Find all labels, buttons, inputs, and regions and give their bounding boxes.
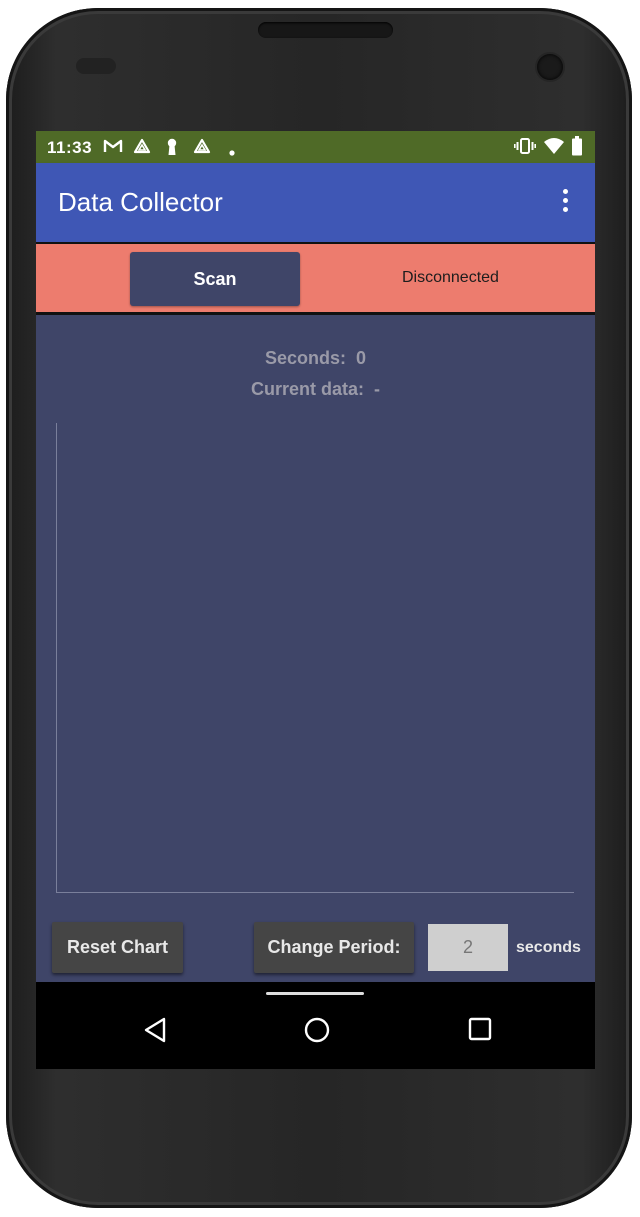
wifi-icon xyxy=(543,137,565,160)
navigation-bar xyxy=(36,982,595,1069)
dot-icon xyxy=(229,143,235,161)
earpiece-speaker xyxy=(258,22,393,38)
main-content: Seconds: 0 Current data: - xyxy=(36,315,595,982)
battery-icon xyxy=(571,136,583,161)
current-data-readout: Current data: - xyxy=(36,379,595,400)
connection-bar: Scan Disconnected xyxy=(36,242,595,315)
reset-chart-button[interactable]: Reset Chart xyxy=(52,922,183,973)
keyhole-icon xyxy=(166,138,178,161)
screen: 11:33 Data Collector Scan Disconnected S… xyxy=(36,131,595,1069)
back-icon[interactable] xyxy=(142,1017,168,1048)
gmail-icon xyxy=(103,138,123,159)
period-unit-label: seconds xyxy=(516,939,581,956)
app-title: Data Collector xyxy=(58,187,223,217)
front-camera xyxy=(537,54,563,80)
drive-icon xyxy=(193,138,211,159)
status-bar: 11:33 xyxy=(36,131,595,163)
data-chart[interactable] xyxy=(56,423,574,893)
current-data-label: Current data: xyxy=(250,379,364,399)
vibrate-icon xyxy=(514,137,537,160)
scan-button[interactable]: Scan xyxy=(130,252,300,306)
current-data-value: - xyxy=(374,379,381,399)
home-icon[interactable] xyxy=(304,1017,330,1048)
drive-icon xyxy=(133,138,151,159)
chart-y-axis xyxy=(56,423,57,893)
more-vertical-icon[interactable] xyxy=(560,189,570,217)
change-period-button[interactable]: Change Period: xyxy=(254,922,414,973)
chart-x-axis xyxy=(56,892,574,893)
app-bar: Data Collector xyxy=(36,163,595,242)
period-input[interactable] xyxy=(428,924,508,971)
seconds-readout: Seconds: 0 xyxy=(36,348,595,369)
gesture-handle[interactable] xyxy=(266,992,364,995)
recents-icon[interactable] xyxy=(468,1017,492,1046)
status-time: 11:33 xyxy=(47,138,93,157)
proximity-sensor xyxy=(76,58,116,74)
connection-status: Disconnected xyxy=(402,269,499,286)
seconds-label: Seconds: xyxy=(264,348,346,368)
seconds-value: 0 xyxy=(356,348,367,368)
